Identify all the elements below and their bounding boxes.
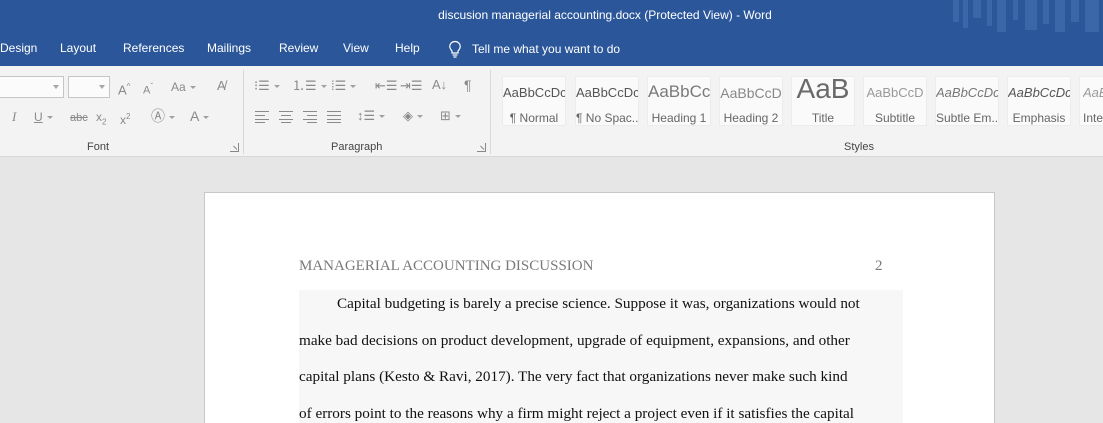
subscript-icon[interactable]: x2 bbox=[96, 110, 106, 129]
style-name: ¶ No Spac... bbox=[576, 111, 638, 125]
tab-help[interactable]: Help bbox=[395, 41, 420, 55]
window-title: discusion managerial accounting.docx (Pr… bbox=[438, 8, 772, 22]
style-normal[interactable]: AaBbCcDc ¶ Normal bbox=[502, 76, 566, 126]
tab-view[interactable]: View bbox=[343, 41, 369, 55]
ribbon: A^ Aˇ Aa A̸ I U abc x2 x2 Ⓐ A Font ⁝☰ ⒈☰… bbox=[0, 66, 1103, 157]
style-name: Heading 1 bbox=[651, 111, 707, 125]
tab-review[interactable]: Review bbox=[279, 41, 318, 55]
strikethrough-icon[interactable]: abc bbox=[70, 111, 88, 125]
paragraph-line: Capital budgeting is barely a precise sc… bbox=[337, 295, 860, 312]
style-no-spacing[interactable]: AaBbCcDc ¶ No Spac... bbox=[575, 76, 639, 126]
style-heading-1[interactable]: AaBbCc Heading 1 bbox=[647, 76, 711, 126]
text-effects-icon[interactable]: Ⓐ bbox=[151, 109, 175, 123]
styles-group-label: Styles bbox=[844, 141, 874, 153]
shrink-font-icon[interactable]: Aˇ bbox=[143, 80, 153, 98]
style-sample: AaBbCcD bbox=[866, 85, 924, 100]
style-sample: AaBbCcDc bbox=[936, 85, 998, 100]
clear-formatting-icon[interactable]: A̸ bbox=[217, 79, 226, 93]
font-color-icon[interactable]: A bbox=[190, 109, 209, 123]
style-name: Heading 2 bbox=[723, 111, 779, 125]
tab-mailings[interactable]: Mailings bbox=[207, 41, 251, 55]
title-bar-decoration bbox=[953, 0, 1099, 32]
paragraph-group-label: Paragraph bbox=[331, 141, 383, 153]
document-workspace: MANAGERIAL ACCOUNTING DISCUSSION 2 Capit… bbox=[0, 158, 1103, 423]
style-sample: AaBbCcDc bbox=[1083, 85, 1103, 100]
group-divider bbox=[490, 70, 491, 154]
decrease-indent-icon[interactable]: ⇤☰ bbox=[375, 79, 398, 93]
italic-icon[interactable]: I bbox=[12, 110, 16, 124]
style-emphasis[interactable]: AaBbCcDc Emphasis bbox=[1007, 76, 1071, 126]
justify-icon[interactable] bbox=[327, 111, 341, 123]
change-case-icon[interactable]: Aa bbox=[171, 80, 196, 94]
title-bar: discusion managerial accounting.docx (Pr… bbox=[0, 0, 1103, 32]
page-number: 2 bbox=[875, 258, 883, 274]
superscript-icon[interactable]: x2 bbox=[120, 110, 130, 127]
line-spacing-icon[interactable]: ↕☰ bbox=[357, 109, 385, 123]
align-right-icon[interactable] bbox=[303, 111, 317, 123]
style-sample: AaBbCcDc bbox=[503, 85, 565, 100]
sort-icon[interactable]: A↓ bbox=[432, 78, 447, 92]
style-intense-emphasis[interactable]: AaBbCcDc Inte... bbox=[1079, 76, 1103, 126]
numbering-icon[interactable]: ⒈☰ bbox=[292, 79, 327, 93]
tell-me-search[interactable]: Tell me what you want to do bbox=[448, 39, 620, 59]
document-page[interactable]: MANAGERIAL ACCOUNTING DISCUSSION 2 Capit… bbox=[204, 192, 995, 423]
style-name: Emphasis bbox=[1012, 111, 1066, 125]
style-sample: AaB bbox=[796, 76, 850, 104]
style-name: Title bbox=[811, 111, 835, 125]
paragraph-dialog-launcher-icon[interactable] bbox=[477, 143, 486, 152]
style-sample: AaBbCcDc bbox=[1008, 85, 1070, 100]
shading-icon[interactable]: ◈ bbox=[403, 109, 423, 123]
multilevel-list-icon[interactable]: ⁞☰ bbox=[331, 79, 356, 93]
align-left-icon[interactable] bbox=[255, 111, 269, 123]
font-dialog-launcher-icon[interactable] bbox=[230, 143, 239, 152]
lightbulb-icon bbox=[449, 40, 461, 58]
font-size-combo[interactable] bbox=[68, 76, 110, 98]
style-name: Subtle Em... bbox=[936, 111, 998, 125]
increase-indent-icon[interactable]: ⇥☰ bbox=[400, 79, 423, 93]
grow-font-icon[interactable]: A^ bbox=[118, 80, 130, 97]
style-heading-2[interactable]: AaBbCcD Heading 2 bbox=[719, 76, 783, 126]
font-name-combo[interactable] bbox=[0, 76, 64, 98]
style-sample: AaBbCcDc bbox=[576, 85, 638, 100]
bullets-icon[interactable]: ⁝☰ bbox=[254, 79, 280, 93]
paragraph-line: of errors point to the reasons why a fir… bbox=[299, 405, 855, 422]
style-title[interactable]: AaB Title bbox=[791, 76, 855, 126]
borders-icon[interactable]: ⊞ bbox=[440, 109, 461, 123]
style-name: ¶ Normal bbox=[509, 111, 559, 125]
page-header: MANAGERIAL ACCOUNTING DISCUSSION bbox=[299, 258, 594, 274]
underline-icon[interactable]: U bbox=[34, 110, 53, 124]
tell-me-label: Tell me what you want to do bbox=[472, 42, 621, 56]
style-name: Subtitle bbox=[874, 111, 916, 125]
paragraph-line: capital plans (Kesto & Ravi, 2017). The … bbox=[299, 368, 848, 385]
style-sample: AaBbCcD bbox=[720, 85, 782, 101]
group-divider bbox=[243, 70, 244, 154]
style-name: Inte... bbox=[1083, 111, 1103, 125]
ribbon-tabs: Design Layout References Mailings Review… bbox=[0, 32, 1103, 66]
style-subtle-emphasis[interactable]: AaBbCcDc Subtle Em... bbox=[935, 76, 999, 126]
tab-references[interactable]: References bbox=[123, 41, 184, 55]
style-sample: AaBbCc bbox=[648, 82, 710, 101]
tab-layout[interactable]: Layout bbox=[60, 41, 96, 55]
font-group-label: Font bbox=[87, 141, 110, 153]
align-center-icon[interactable] bbox=[279, 111, 293, 123]
tab-design[interactable]: Design bbox=[0, 41, 37, 55]
paragraph-line: make bad decisions on product developmen… bbox=[299, 332, 850, 349]
style-subtitle[interactable]: AaBbCcD Subtitle bbox=[863, 76, 927, 126]
show-formatting-marks-icon[interactable]: ¶ bbox=[464, 78, 472, 92]
